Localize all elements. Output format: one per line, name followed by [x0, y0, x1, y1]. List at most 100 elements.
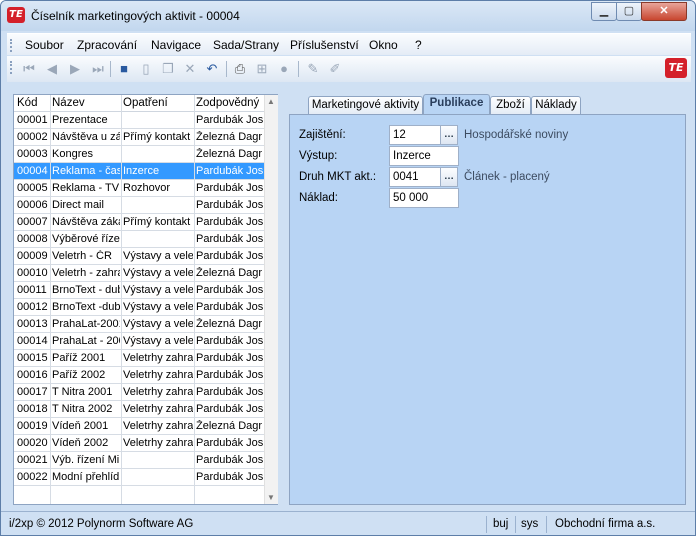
- tab-marketingove-aktivity[interactable]: Marketingové aktivity: [308, 96, 423, 115]
- cell-nazev: Návštěva záká: [52, 216, 120, 228]
- table-row[interactable]: 00014 PrahaLat - 200 Výstavy a vele Pardubá…: [14, 333, 264, 350]
- table-row[interactable]: 00008 Výběrové řízer Pardubák Jos: [14, 231, 264, 248]
- maximize-icon: ▢: [623, 5, 635, 17]
- cell-opatreni: [123, 233, 193, 247]
- grid-vertical-scrollbar[interactable]: ▲ ▼: [264, 95, 278, 504]
- tree-icon[interactable]: ⊞: [254, 61, 270, 77]
- maximize-button[interactable]: ▢: [616, 2, 642, 21]
- naklad-input[interactable]: 50 000: [389, 188, 459, 208]
- cell-opatreni: Výstavy a vele: [123, 318, 193, 330]
- menu-navigace[interactable]: Navigace: [151, 38, 201, 52]
- vystup-input[interactable]: Inzerce: [389, 146, 459, 166]
- table-row[interactable]: 00001 Prezentace Pardubák Jos: [14, 112, 264, 129]
- table-row[interactable]: 00019 Vídeň 2001 Veletrhy zahrar Železná Da…: [14, 418, 264, 435]
- cell-nazev: Vídeň 2002: [52, 437, 109, 449]
- table-row[interactable]: 00010 Veletrh - zahra Výstavy a vele Železn…: [14, 265, 264, 282]
- copy-icon[interactable]: ❐: [160, 61, 176, 77]
- druh-mkt-akt-input[interactable]: 0041: [389, 167, 441, 187]
- tab-panel-publikace: Zajištění: 12 … Hospodářské noviny Výstu…: [289, 114, 686, 505]
- table-row[interactable]: 00007 Návštěva záká Přímý kontakt Pardubák …: [14, 214, 264, 231]
- stop-icon[interactable]: ●: [276, 61, 292, 77]
- table-row[interactable]: 00015 Paříž 2001 Veletrhy zahrar Pardubák J…: [14, 350, 264, 367]
- ellipsis-icon: …: [444, 129, 454, 140]
- table-row[interactable]: 00016 Paříž 2002 Veletrhy zahrar Pardubák J…: [14, 367, 264, 384]
- cell-kod: 00018: [17, 403, 48, 415]
- tab-publikace[interactable]: Publikace: [423, 94, 490, 115]
- cell-nazev: Veletrh - zahra: [52, 267, 120, 279]
- minimize-button[interactable]: ▁: [591, 2, 617, 21]
- cell-kod: 00015: [17, 352, 48, 364]
- zajisteni-input[interactable]: 12: [389, 125, 441, 145]
- save-icon[interactable]: ■: [116, 61, 132, 77]
- cell-nazev: PrahaLat-2001: [52, 318, 120, 330]
- cell-nazev: T Nitra 2001: [52, 386, 113, 398]
- table-row[interactable]: 00022 Modní přehlídl Pardubák Jos: [14, 469, 264, 486]
- tab-naklady[interactable]: Náklady: [531, 96, 581, 115]
- tab-zbozi[interactable]: Zboží: [490, 96, 531, 115]
- cell-zodpovedny: Pardubák Jos: [196, 182, 264, 194]
- table-row[interactable]: 00021 Výb. řízení Mir Pardubák Jos: [14, 452, 264, 469]
- table-row[interactable]: 00009 Veletrh - ČR Výstavy a vele Pardubák …: [14, 248, 264, 265]
- menu-sada-strany[interactable]: Sada/Strany: [213, 38, 279, 52]
- cell-nazev: Návštěva u zá: [52, 131, 120, 143]
- cell-nazev: BrnoText - dub: [52, 284, 120, 296]
- toolbar-separator: [226, 61, 227, 77]
- cell-nazev: Kongres: [52, 148, 93, 160]
- column-header-nazev[interactable]: Název: [52, 97, 85, 109]
- title-bar[interactable]: TE Číselník marketingových aktivit - 000…: [1, 1, 695, 31]
- table-row[interactable]: 00004 Reklama - čas Inzerce Pardubák Jos: [14, 163, 264, 180]
- next-record-icon[interactable]: ▶: [67, 61, 83, 77]
- menu-grip[interactable]: [10, 39, 12, 52]
- new-icon[interactable]: ▯: [138, 61, 154, 77]
- scroll-down-icon[interactable]: ▼: [267, 493, 275, 502]
- menu-okno[interactable]: Okno: [369, 38, 398, 52]
- table-row[interactable]: 00012 BrnoText -dub Výstavy a vele Pardubák…: [14, 299, 264, 316]
- column-header-zodpovedny[interactable]: Zodpovědný: [196, 97, 259, 109]
- cell-nazev: Výběrové řízer: [52, 233, 120, 245]
- cell-opatreni: Veletrhy zahrar: [123, 420, 193, 432]
- toolbar-grip[interactable]: [10, 61, 12, 74]
- cell-zodpovedny: Železná Dagr: [196, 267, 263, 279]
- status-buj: buj: [493, 518, 509, 530]
- menu-soubor[interactable]: Soubor: [25, 38, 64, 52]
- cell-zodpovedny: Pardubák Jos: [196, 250, 264, 262]
- menu-zpracovani[interactable]: Zpracování: [77, 38, 137, 52]
- print-icon[interactable]: ⎙: [232, 61, 248, 77]
- zajisteni-lookup-button[interactable]: …: [440, 125, 458, 145]
- table-row[interactable]: 00011 BrnoText - dub Výstavy a vele Pardubá…: [14, 282, 264, 299]
- main-window: TE Číselník marketingových aktivit - 000…: [0, 0, 696, 536]
- menu-help[interactable]: ?: [415, 38, 422, 52]
- undo-icon[interactable]: ↶: [204, 61, 220, 77]
- menu-prislusenstvi[interactable]: Příslušenství: [290, 38, 359, 52]
- clear-icon[interactable]: ✐: [327, 61, 343, 77]
- cell-kod: 00007: [17, 216, 48, 228]
- prev-record-icon[interactable]: ◀: [44, 61, 60, 77]
- table-row[interactable]: 00020 Vídeň 2002 Veletrhy zahrar Pardubák J…: [14, 435, 264, 452]
- first-record-icon[interactable]: ⏮: [21, 61, 37, 77]
- scroll-up-icon[interactable]: ▲: [267, 97, 275, 106]
- cell-zodpovedny: Pardubák Jos: [196, 216, 264, 228]
- table-row[interactable]: 00006 Direct mail Pardubák Jos: [14, 197, 264, 214]
- toolbar: ⏮ ◀ ▶ ⏭ ■ ▯ ❐ ✕ ↶ ⎙ ⊞ ● ✎ ✐: [7, 56, 691, 82]
- column-header-kod[interactable]: Kód: [17, 97, 37, 109]
- column-header-opatreni[interactable]: Opatření: [123, 97, 168, 109]
- cell-kod: 00020: [17, 437, 48, 449]
- table-row[interactable]: 00018 T Nitra 2002 Veletrhy zahrar Pardubák…: [14, 401, 264, 418]
- table-row[interactable]: 00013 PrahaLat-2001 Výstavy a vele Železná …: [14, 316, 264, 333]
- cell-opatreni: Veletrhy zahrar: [123, 437, 193, 449]
- delete-icon[interactable]: ✕: [182, 61, 198, 77]
- edit-icon[interactable]: ✎: [305, 61, 321, 77]
- table-row[interactable]: 00005 Reklama - TV Rozhovor Pardubák Jos: [14, 180, 264, 197]
- last-record-icon[interactable]: ⏭: [90, 61, 106, 77]
- close-button[interactable]: ✕: [641, 2, 687, 21]
- table-row[interactable]: 00002 Návštěva u zá Přímý kontakt Železná D…: [14, 129, 264, 146]
- minimize-icon: ▁: [599, 5, 609, 17]
- druh-lookup-button[interactable]: …: [440, 167, 458, 187]
- cell-opatreni: Veletrhy zahrar: [123, 352, 193, 364]
- cell-nazev: Vídeň 2001: [52, 420, 109, 432]
- table-row[interactable]: 00003 Kongres Železná Dagr: [14, 146, 264, 163]
- cell-opatreni: [123, 148, 193, 162]
- cell-kod: 00017: [17, 386, 48, 398]
- cell-zodpovedny: Pardubák Jos: [196, 335, 264, 347]
- table-row[interactable]: 00017 T Nitra 2001 Veletrhy zahrar Pardubák…: [14, 384, 264, 401]
